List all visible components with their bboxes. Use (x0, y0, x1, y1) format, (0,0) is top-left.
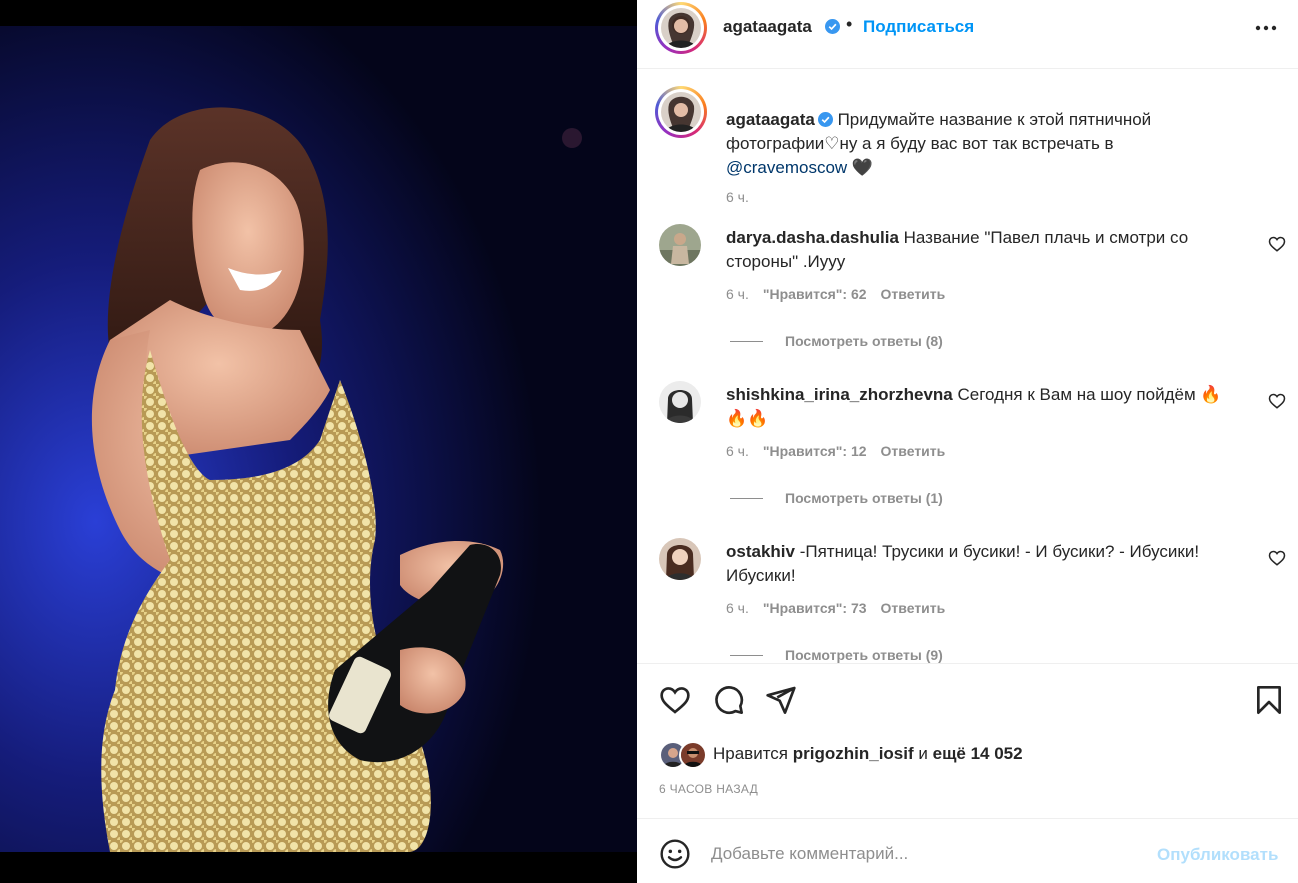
comment-username[interactable]: ostakhiv (726, 542, 795, 561)
comment-avatar[interactable] (659, 538, 701, 580)
post-timestamp[interactable]: 6 ЧАСОВ НАЗАД (659, 782, 758, 796)
replies-divider (730, 655, 763, 656)
bookmark-icon[interactable] (1253, 684, 1285, 716)
caption-time[interactable]: 6 ч. (726, 189, 749, 205)
follow-button[interactable]: Подписаться (863, 17, 974, 37)
comment-text: ostakhiv -Пятница! Трусики и бусики! - И… (726, 540, 1236, 588)
caption-username[interactable]: agataagata (726, 110, 815, 129)
comment-time[interactable]: 6 ч. (726, 286, 749, 302)
comment-meta: 6 ч. "Нравится": 62 Ответить (726, 286, 959, 302)
view-replies-label: Посмотреть ответы (9) (785, 647, 943, 663)
reply-button[interactable]: Ответить (881, 600, 946, 616)
comment-body: -Пятница! Трусики и бусики! - И бусики? … (726, 542, 1200, 585)
caption-emoji: 🖤 (851, 158, 874, 177)
share-icon[interactable] (765, 684, 797, 716)
verified-badge-icon (825, 19, 840, 34)
author-avatar[interactable] (655, 2, 707, 54)
post-actions: Нравится prigozhin_iosif и ещё 14 052 6 … (637, 663, 1298, 819)
view-replies-label: Посмотреть ответы (1) (785, 490, 943, 506)
comment-text: darya.dasha.dashulia Название "Павел пла… (726, 226, 1236, 274)
publish-button[interactable]: Опубликовать (1157, 845, 1278, 865)
replies-divider (730, 341, 763, 342)
comment-likes[interactable]: "Нравится": 12 (763, 443, 867, 459)
comment-time[interactable]: 6 ч. (726, 600, 749, 616)
view-replies-button[interactable]: Посмотреть ответы (1) (730, 490, 943, 506)
heart-icon[interactable] (659, 684, 691, 716)
post-header: agataagata • Подписаться (637, 0, 1298, 69)
comment-avatar[interactable] (659, 224, 701, 266)
likes-text: Нравится prigozhin_iosif и ещё 14 052 (713, 744, 1023, 764)
comment-composer: Опубликовать (637, 820, 1298, 883)
likes-count-link[interactable]: ещё 14 052 (933, 744, 1023, 763)
reply-button[interactable]: Ответить (881, 443, 946, 459)
emoji-icon[interactable] (659, 838, 691, 870)
comment-time[interactable]: 6 ч. (726, 443, 749, 459)
comment-username[interactable]: darya.dasha.dashulia (726, 228, 899, 247)
comment-like-icon[interactable] (1268, 549, 1286, 567)
author-username[interactable]: agataagata (723, 17, 812, 37)
view-replies-button[interactable]: Посмотреть ответы (8) (730, 333, 943, 349)
comment-like-icon[interactable] (1268, 392, 1286, 410)
comment-username[interactable]: shishkina_irina_zhorzhevna (726, 385, 953, 404)
caption-text: agataagata Придумайте название к этой пя… (726, 108, 1206, 180)
reply-button[interactable]: Ответить (881, 286, 946, 302)
comment-input[interactable] (711, 840, 1141, 868)
verified-badge-icon (817, 112, 833, 127)
comments-list[interactable]: agataagata Придумайте название к этой пя… (637, 70, 1298, 663)
comment-meta: 6 ч. "Нравится": 73 Ответить (726, 600, 959, 616)
comment-avatar[interactable] (659, 381, 701, 423)
comment-meta: 6 ч. "Нравится": 12 Ответить (726, 443, 959, 459)
comment-icon[interactable] (713, 684, 745, 716)
post-side-panel: agataagata • Подписаться agataagata Прид… (637, 0, 1298, 883)
likes-and: и (918, 744, 928, 763)
likes-prefix: Нравится (713, 744, 789, 763)
replies-divider (730, 498, 763, 499)
comment-likes[interactable]: "Нравится": 62 (763, 286, 867, 302)
caption-mention-link[interactable]: @cravemoscow (726, 158, 847, 177)
separator-dot: • (846, 14, 853, 34)
post-image (0, 0, 637, 883)
comment-text: shishkina_irina_zhorzhevna Сегодня к Вам… (726, 383, 1236, 431)
post-photo[interactable] (0, 0, 637, 883)
view-replies-label: Посмотреть ответы (8) (785, 333, 943, 349)
comment-like-icon[interactable] (1268, 235, 1286, 253)
liker-username[interactable]: prigozhin_iosif (793, 744, 914, 763)
liker-avatar[interactable] (679, 741, 707, 769)
comment-likes[interactable]: "Нравится": 73 (763, 600, 867, 616)
caption-author-avatar[interactable] (655, 86, 707, 138)
view-replies-button[interactable]: Посмотреть ответы (9) (730, 647, 943, 663)
more-icon[interactable] (1253, 16, 1279, 40)
